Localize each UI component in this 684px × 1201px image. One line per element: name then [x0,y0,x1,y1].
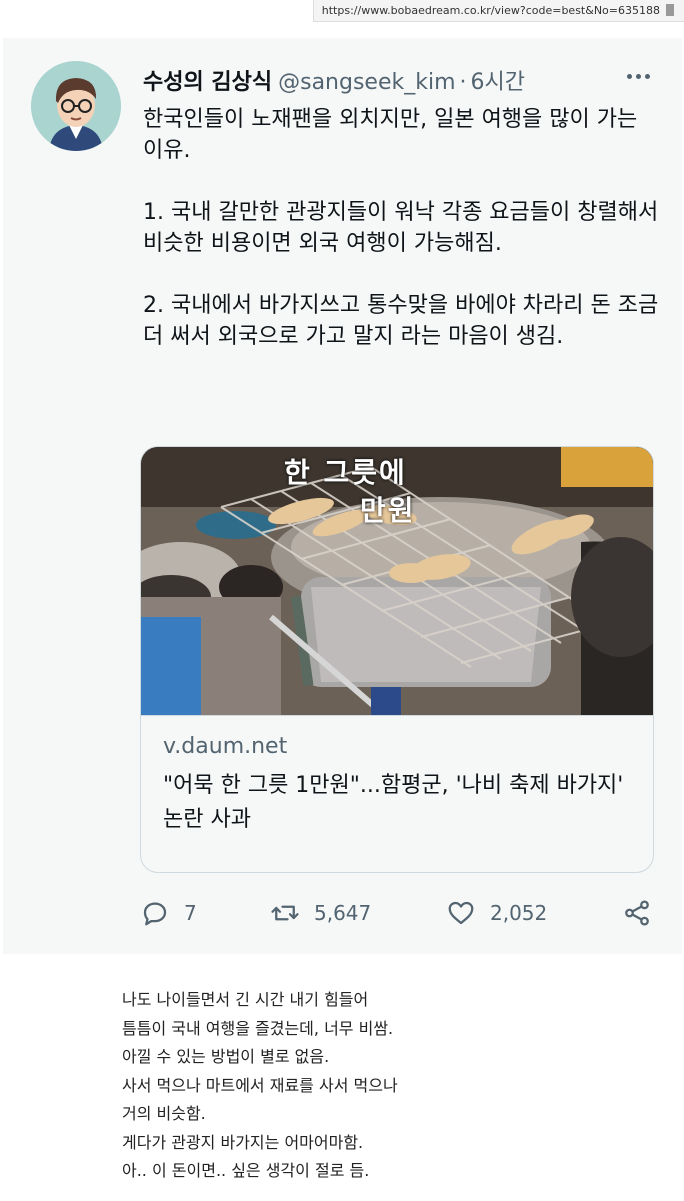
link-info: v.daum.net "어묵 한 그릇 1만원"...함평군, '나비 축제 바… [141,715,653,872]
comment-line: 틈틈이 국내 여행을 즐겼는데, 너무 비쌈. [122,1018,394,1038]
like-count: 2,052 [490,901,548,925]
link-title: "어묵 한 그릇 1만원"...함평군, '나비 축제 바가지' 논란 사과 [163,773,624,832]
tweet-paragraph: 한국인들이 노재팬을 외치지만, 일본 여행을 많이 가는 이유. [143,107,638,163]
like-button[interactable]: 2,052 [446,896,547,930]
heart-icon [448,901,474,925]
retweet-button[interactable]: 5,647 [270,896,371,930]
comment-line: 사서 먹으나 마트에서 재료를 사서 먹으나 [122,1075,398,1095]
tweet-card: 수성의 김상식 @sangseek_kim · 6시간 한국인들이 노재팬을 외치지만… [3,38,682,954]
retweet-count: 5,647 [314,901,372,925]
link-domain: v.daum.net [163,734,288,759]
user-handle[interactable]: @sangseek_kim [278,70,455,95]
reply-button[interactable]: 7 [140,896,197,930]
browser-edge-icon [666,4,674,16]
more-dot-icon [635,73,641,79]
comment-line: 아낄 수 있는 방법이 별로 없음. [122,1047,330,1066]
tweet-time[interactable]: 6시간 [471,70,525,95]
comment-line: 거의 비슷함. [122,1104,206,1123]
fishcake-stall-photo [141,447,653,715]
retweet-icon [271,905,299,921]
tweet-header: 수성의 김상식 @sangseek_kim · 6시간 [143,64,525,96]
avatar[interactable] [31,61,121,151]
post-comment: 나도 나이들면서 긴 시간 내기 힘들어 틈틈이 국내 여행을 즐겼는데, 너무… [122,986,398,1186]
comment-line: 아.. 이 돈이면.. 싶은 생각이 절로 듬. [122,1161,370,1180]
reply-icon [143,902,167,926]
tweet-paragraph: 2. 국내에서 바가지쓰고 통수맞을 바에야 차라리 돈 조금 더 써서 외국으… [143,293,659,349]
separator-dot: · [459,70,467,95]
share-button[interactable] [622,896,652,930]
comment-line: 게다가 관광지 바가지는 어마어마함. [122,1132,364,1152]
tweet-paragraph: 1. 국내 갈만한 관광지들이 워낙 각종 요금들이 창렬해서 비슷한 비용이면… [143,200,659,256]
share-icon [625,900,649,926]
link-preview-card[interactable]: 한 그릇에 만원 v.daum.net "어묵 한 그릇 1만원"...함평군,… [140,446,654,873]
link-preview-image: 한 그릇에 만원 [141,447,653,715]
more-dot-icon [644,73,650,79]
source-url-text: https://www.bobaedream.co.kr/view?code=b… [321,4,660,17]
source-url: https://www.bobaedream.co.kr/view?code=b… [312,0,684,22]
reply-count: 7 [184,901,197,925]
tweet-text: 한국인들이 노재팬을 외치지만, 일본 여행을 많이 가는 이유. 1. 국내 … [143,104,663,352]
tweet-actions: 7 5,647 2,052 [140,896,660,930]
comment-line: 나도 나이들면서 긴 시간 내기 힘들어 [122,990,369,1009]
avatar-illustration-icon [31,61,121,151]
more-dot-icon [626,73,632,79]
display-name[interactable]: 수성의 김상식 [143,70,272,95]
more-options-button[interactable] [622,66,654,86]
